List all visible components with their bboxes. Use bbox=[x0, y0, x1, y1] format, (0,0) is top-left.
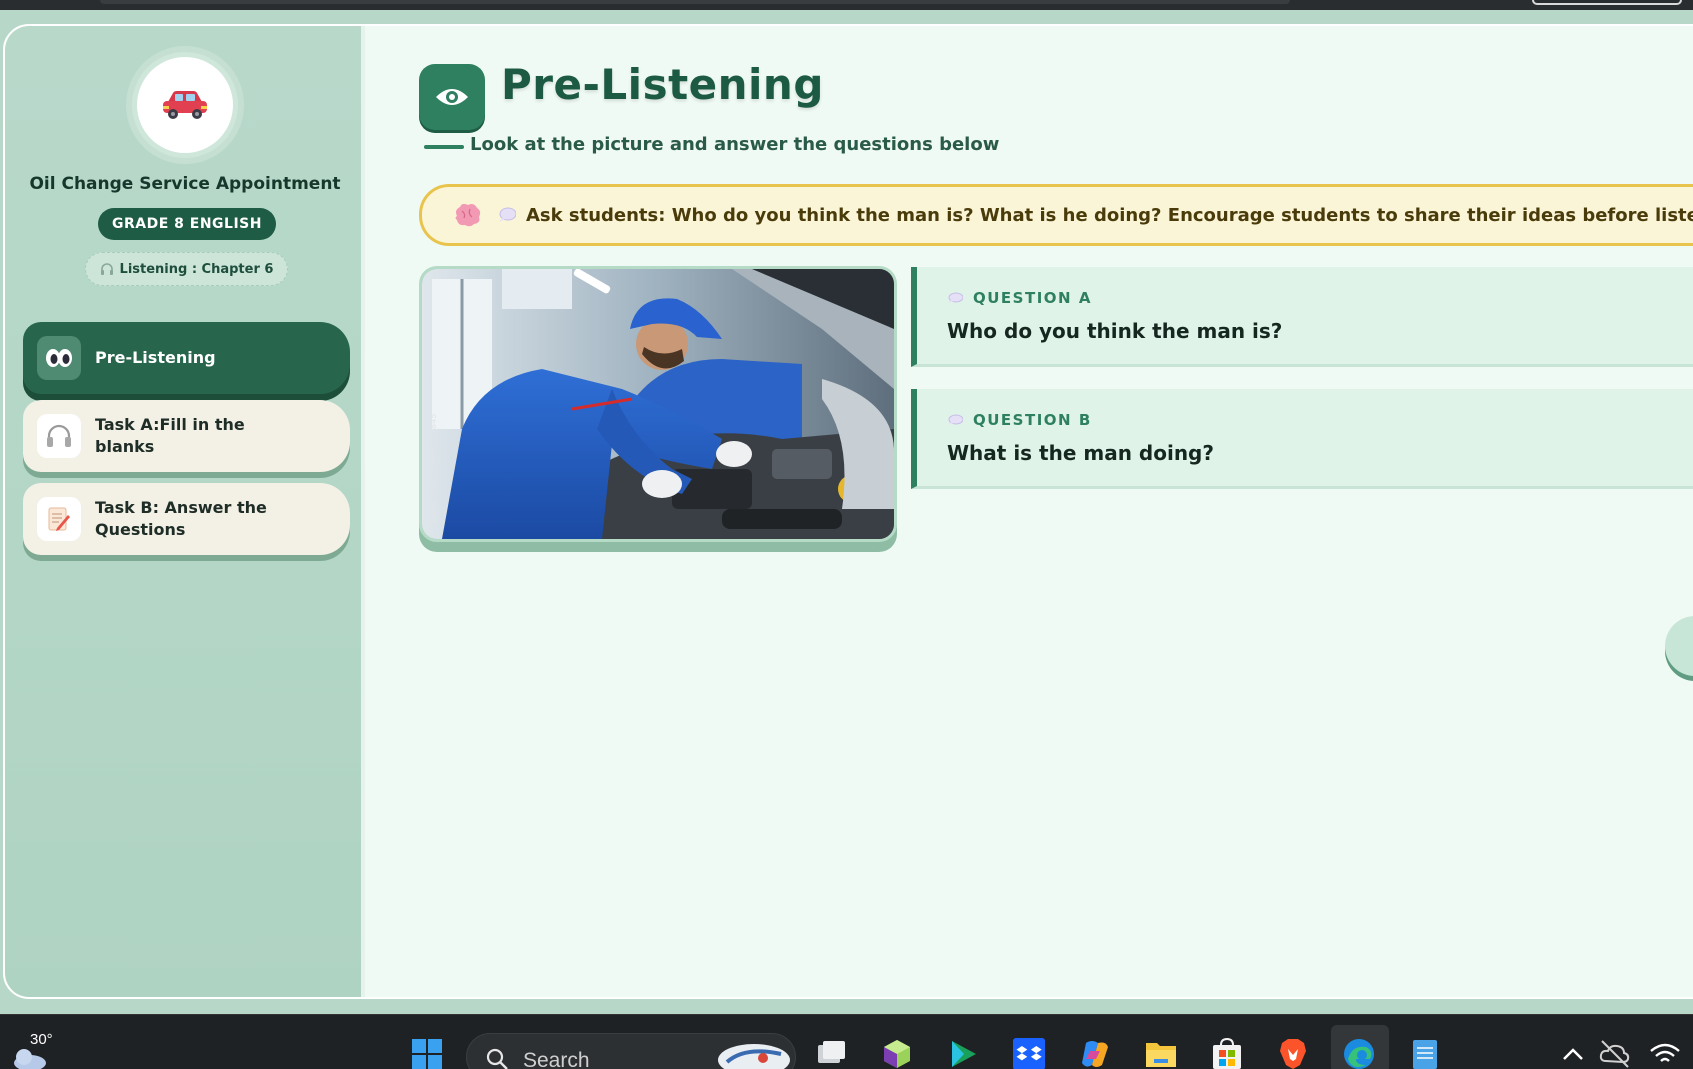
page-title: Pre-Listening bbox=[501, 60, 824, 109]
media-player-icon[interactable] bbox=[946, 1037, 980, 1069]
task-view-icon[interactable] bbox=[814, 1037, 848, 1069]
car-icon bbox=[163, 91, 207, 119]
windows-start-icon[interactable] bbox=[410, 1037, 444, 1069]
microsoft-store-icon[interactable] bbox=[1210, 1037, 1244, 1069]
main-content: Pre-Listening Look at the picture and an… bbox=[365, 26, 1693, 997]
copilot-icon[interactable] bbox=[1078, 1037, 1112, 1069]
search-icon bbox=[486, 1048, 508, 1069]
chevron-up-icon[interactable] bbox=[1556, 1037, 1590, 1069]
search-label: Search bbox=[523, 1049, 590, 1069]
file-explorer-icon[interactable] bbox=[1144, 1037, 1178, 1069]
question-tag-label: QUESTION A bbox=[973, 289, 1092, 307]
mechanic-photo: Adobe Stock | #930118845 bbox=[419, 266, 897, 542]
speech-bubble-icon bbox=[948, 292, 963, 303]
nav-label: Task A:Fill in the blanks bbox=[95, 415, 245, 456]
cube-app-icon[interactable] bbox=[880, 1037, 914, 1069]
nav-task-b[interactable]: Task B: Answer the Questions bbox=[23, 483, 350, 555]
dropbox-icon[interactable] bbox=[1012, 1037, 1046, 1069]
question-text: Who do you think the man is? bbox=[947, 319, 1283, 343]
headphones-icon bbox=[37, 414, 81, 458]
page-subtitle: Look at the picture and answer the quest… bbox=[470, 134, 1000, 155]
notepad-icon[interactable] bbox=[1408, 1037, 1442, 1069]
nav-label: Task B: Answer the Questions bbox=[95, 498, 267, 539]
eye-icon bbox=[419, 64, 485, 130]
lesson-title: Oil Change Service Appointment bbox=[29, 174, 341, 194]
taskbar-search[interactable]: Search bbox=[466, 1033, 796, 1069]
nav-label: Pre-Listening bbox=[95, 348, 216, 367]
search-highlight-icon bbox=[718, 1044, 790, 1069]
question-tag: QUESTION A bbox=[947, 289, 1092, 307]
lesson-logo bbox=[132, 52, 238, 158]
question-tag: QUESTION B bbox=[947, 411, 1092, 429]
app-window: Oil Change Service Appointment GRADE 8 E… bbox=[3, 24, 1693, 999]
question-card-b: QUESTION B What is the man doing? bbox=[911, 389, 1693, 489]
weather-temperature: 30° bbox=[30, 1031, 53, 1048]
brain-icon bbox=[455, 203, 481, 227]
question-card-a: QUESTION A Who do you think the man is? bbox=[911, 267, 1693, 367]
taskbar: 30° Search bbox=[0, 1014, 1693, 1069]
speech-bubble-icon bbox=[499, 207, 516, 222]
browser-top-strip bbox=[0, 0, 1693, 10]
chapter-label: Listening : Chapter 6 bbox=[119, 261, 274, 277]
onedrive-offline-icon[interactable] bbox=[1598, 1037, 1632, 1069]
next-button[interactable] bbox=[1665, 616, 1693, 676]
teacher-note-text: Ask students: Who do you think the man i… bbox=[526, 204, 1693, 226]
browser-button-edge[interactable] bbox=[1532, 0, 1682, 5]
chapter-badge: Listening : Chapter 6 bbox=[85, 252, 288, 286]
nav-pre-listening[interactable]: Pre-Listening bbox=[23, 322, 350, 394]
eyes-icon bbox=[37, 336, 81, 380]
wifi-icon[interactable] bbox=[1648, 1037, 1682, 1069]
question-text: What is the man doing? bbox=[947, 441, 1214, 465]
nav-task-a[interactable]: Task A:Fill in the blanks bbox=[23, 400, 350, 472]
sidebar: Oil Change Service Appointment GRADE 8 E… bbox=[5, 26, 365, 997]
teacher-note: Ask students: Who do you think the man i… bbox=[419, 184, 1693, 246]
grade-badge: GRADE 8 ENGLISH bbox=[98, 208, 276, 240]
subtitle-accent-line bbox=[424, 145, 464, 149]
photo-watermark: Adobe Stock | #930118845 bbox=[429, 414, 438, 524]
address-bar-edge[interactable] bbox=[100, 0, 1290, 4]
brave-browser-icon[interactable] bbox=[1276, 1037, 1310, 1069]
speech-bubble-icon bbox=[948, 414, 963, 425]
question-tag-label: QUESTION B bbox=[973, 411, 1092, 429]
edge-browser-icon[interactable] bbox=[1342, 1037, 1376, 1069]
headphones-icon bbox=[100, 263, 113, 275]
memo-icon bbox=[37, 497, 81, 541]
